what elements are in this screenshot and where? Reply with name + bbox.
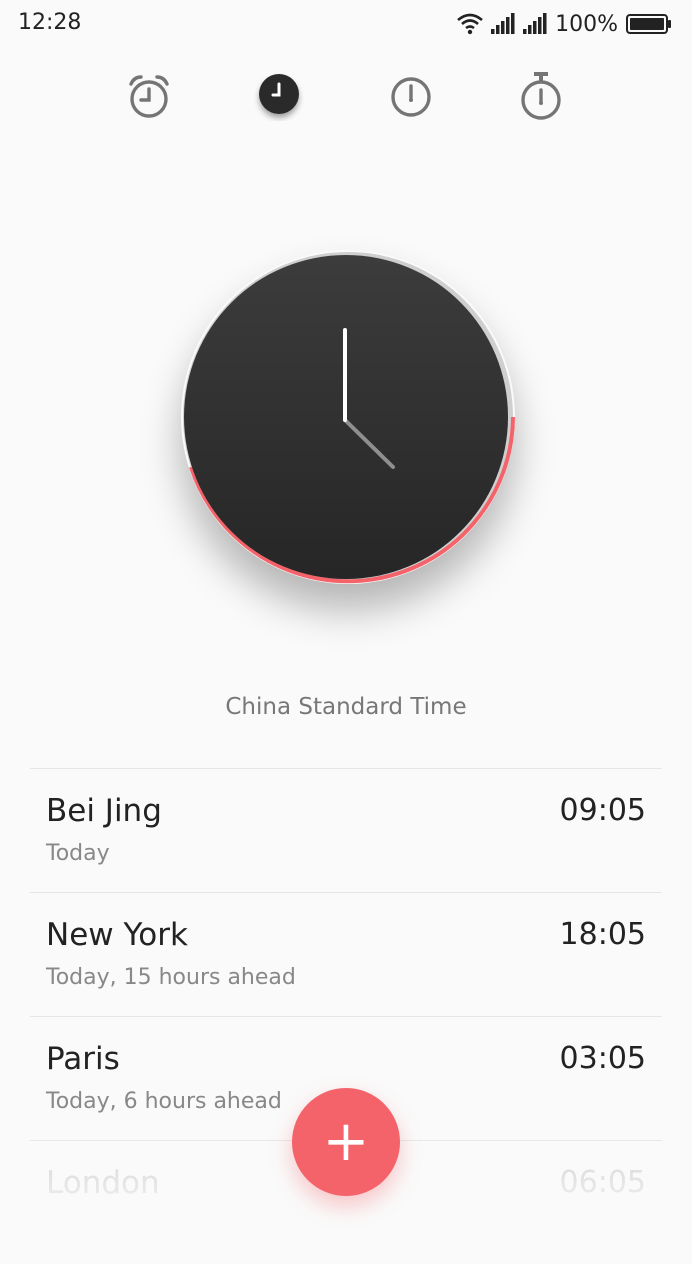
clock-face [183,252,515,584]
alarm-clock-icon [129,75,169,118]
tab-stopwatch[interactable] [513,68,569,124]
city-name: Paris [46,1041,120,1077]
tab-world-clock[interactable] [251,68,307,124]
city-offset: Today, 6 hours ahead [46,1089,282,1114]
city-time: 03:05 [559,1041,646,1076]
city-name: London [46,1165,160,1201]
battery-percent: 100% [555,11,618,37]
city-time: 09:05 [559,793,646,828]
analog-clock [181,250,515,584]
signal-icon [523,13,547,34]
stopwatch-icon [521,72,561,120]
battery-icon [626,14,671,34]
signal-icon [491,13,515,34]
tab-alarm[interactable] [121,68,177,124]
status-icons: 100% [457,8,672,40]
timezone-label: China Standard Time [225,694,467,720]
wifi-icon [457,13,483,35]
add-city-button[interactable]: + [292,1088,400,1196]
city-time: 06:05 [559,1165,646,1200]
city-row[interactable]: Bei Jing Today 09:05 [30,768,662,892]
tab-timer[interactable] [383,68,439,124]
plus-icon: + [322,1109,370,1174]
city-offset: Today, 15 hours ahead [46,965,296,990]
timer-icon [391,77,431,117]
clock-icon [259,74,299,114]
city-time: 18:05 [559,917,646,952]
tab-bar [0,68,692,124]
city-name: Bei Jing [46,793,162,829]
city-name: New York [46,917,188,953]
status-time: 12:28 [18,10,82,35]
city-row[interactable]: New York Today, 15 hours ahead 18:05 [30,892,662,1016]
city-offset: Today [46,841,110,866]
status-bar: 12:28 100% [0,0,692,48]
